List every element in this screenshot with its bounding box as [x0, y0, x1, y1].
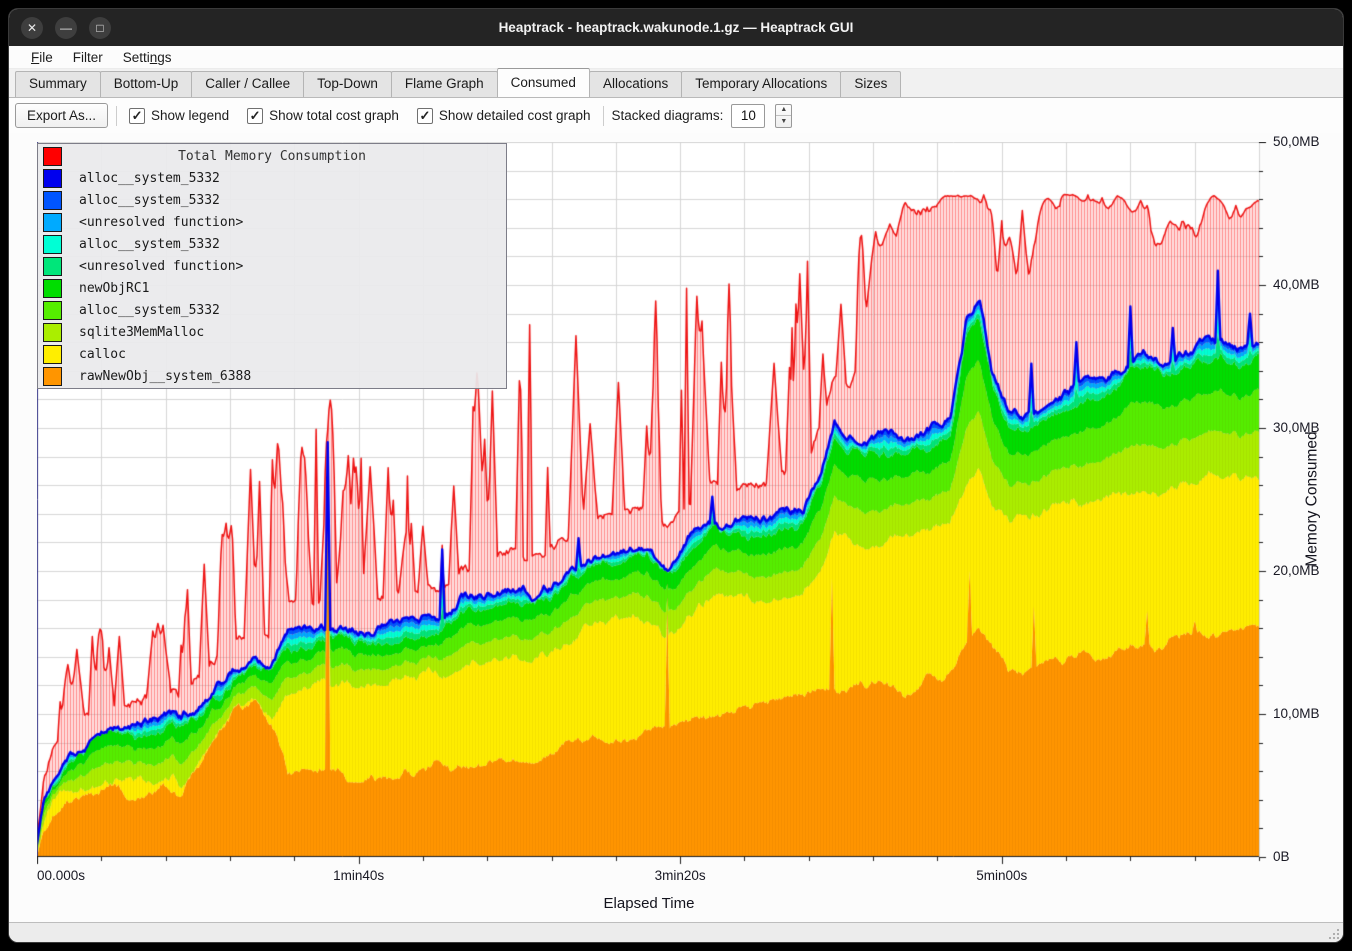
checkmark-icon[interactable]: ✓: [129, 108, 145, 124]
legend-item: <unresolved function>: [38, 211, 506, 233]
checkbox-group: ✓ Show legend ✓ Show total cost graph ✓ Show …: [125, 108, 595, 124]
checkbox-show-legend[interactable]: ✓ Show legend: [125, 108, 233, 124]
chart-area: 0B10,0MB20,0MB30,0MB40,0MB50,0MB 00.000s…: [9, 133, 1343, 922]
legend-label: <unresolved function>: [79, 259, 243, 274]
tab-allocations[interactable]: Allocations: [589, 71, 682, 97]
export-as-button[interactable]: Export As...: [15, 103, 108, 128]
chart-legend: Total Memory Consumption alloc__system_53…: [37, 143, 507, 389]
legend-label: sqlite3MemMalloc: [79, 325, 204, 340]
checkbox-label: Show detailed cost graph: [439, 108, 591, 123]
stepper-up-icon[interactable]: ▲: [776, 105, 791, 117]
window-controls: ✕ — □: [9, 17, 111, 39]
checkbox-label: Show total cost graph: [269, 108, 399, 123]
x-axis-title: Elapsed Time: [539, 895, 759, 912]
checkbox-label: Show legend: [151, 108, 229, 123]
legend-title: Total Memory Consumption: [38, 149, 506, 164]
legend-title-row: Total Memory Consumption: [38, 145, 506, 167]
legend-item: calloc: [38, 343, 506, 365]
tab-flame-graph[interactable]: Flame Graph: [391, 71, 498, 97]
legend-item: alloc__system_5332: [38, 299, 506, 321]
app-window: ✕ — □ Heaptrack - heaptrack.wakunode.1.g…: [8, 8, 1344, 943]
checkbox-show-detailed-cost-graph[interactable]: ✓ Show detailed cost graph: [413, 108, 595, 124]
title-bar[interactable]: ✕ — □ Heaptrack - heaptrack.wakunode.1.g…: [9, 9, 1343, 46]
tab-temporary-allocations[interactable]: Temporary Allocations: [681, 71, 841, 97]
menu-item-filter[interactable]: Filter: [65, 48, 111, 67]
tab-sizes[interactable]: Sizes: [840, 71, 901, 97]
legend-swatch: [43, 257, 62, 276]
y-tick-label: 0B: [1273, 849, 1337, 864]
legend-label: calloc: [79, 347, 126, 362]
legend-swatch: [43, 213, 62, 232]
legend-label: alloc__system_5332: [79, 237, 220, 252]
legend-label: alloc__system_5332: [79, 171, 220, 186]
legend-label: alloc__system_5332: [79, 303, 220, 318]
y-axis-title: Memory Consumed: [1304, 431, 1322, 566]
toolbar-separator: [603, 106, 604, 126]
legend-item: rawNewObj__system_6388: [38, 365, 506, 387]
legend-label: alloc__system_5332: [79, 193, 220, 208]
stacked-diagrams-input[interactable]: 10: [731, 104, 765, 128]
status-bar: [9, 922, 1343, 942]
y-tick-label: 10,0MB: [1273, 706, 1337, 721]
tab-caller-callee[interactable]: Caller / Callee: [191, 71, 304, 97]
checkmark-icon[interactable]: ✓: [247, 108, 263, 124]
legend-label: rawNewObj__system_6388: [79, 369, 251, 384]
maximize-button[interactable]: □: [89, 17, 111, 39]
legend-swatch: [43, 169, 62, 188]
tab-consumed[interactable]: Consumed: [497, 68, 590, 97]
close-button[interactable]: ✕: [21, 17, 43, 39]
legend-item: newObjRC1: [38, 277, 506, 299]
x-tick-label: 1min40s: [333, 868, 384, 883]
legend-swatch: [43, 345, 62, 364]
legend-swatch: [43, 367, 62, 386]
menu-item-file[interactable]: File: [23, 48, 61, 67]
y-tick-label: 40,0MB: [1273, 277, 1337, 292]
y-tick-label: 50,0MB: [1273, 134, 1337, 149]
legend-swatch: [43, 279, 62, 298]
legend-item: sqlite3MemMalloc: [38, 321, 506, 343]
tab-bar: SummaryBottom-UpCaller / CalleeTop-DownF…: [9, 69, 1343, 98]
x-tick-label: 5min00s: [976, 868, 1027, 883]
checkbox-show-total-cost-graph[interactable]: ✓ Show total cost graph: [243, 108, 403, 124]
tab-bottom-up[interactable]: Bottom-Up: [100, 71, 193, 97]
toolbar: Export As... ✓ Show legend ✓ Show total cos…: [9, 98, 1343, 133]
window-title: Heaptrack - heaptrack.wakunode.1.gz — He…: [9, 20, 1343, 35]
resize-grip-icon[interactable]: [1327, 927, 1339, 939]
x-tick-label: 00.000s: [37, 868, 85, 883]
legend-label: <unresolved function>: [79, 215, 243, 230]
stacked-diagrams-label: Stacked diagrams:: [612, 108, 724, 123]
x-tick-label: 3min20s: [655, 868, 706, 883]
legend-item: alloc__system_5332: [38, 167, 506, 189]
menu-item-settings[interactable]: Settings: [115, 48, 180, 67]
menu-bar: FileFilterSettings: [9, 46, 1343, 69]
minimize-button[interactable]: —: [55, 17, 77, 39]
legend-item: alloc__system_5332: [38, 233, 506, 255]
checkmark-icon[interactable]: ✓: [417, 108, 433, 124]
tab-top-down[interactable]: Top-Down: [303, 71, 392, 97]
stepper-down-icon[interactable]: ▼: [776, 116, 791, 127]
legend-swatch: [43, 191, 62, 210]
tab-summary[interactable]: Summary: [15, 71, 101, 97]
legend-item: alloc__system_5332: [38, 189, 506, 211]
legend-label: newObjRC1: [79, 281, 149, 296]
legend-item: <unresolved function>: [38, 255, 506, 277]
legend-swatch: [43, 323, 62, 342]
stacked-diagrams-stepper: ▲▼: [775, 104, 792, 128]
toolbar-separator: [116, 106, 117, 126]
legend-swatch: [43, 301, 62, 320]
legend-swatch: [43, 235, 62, 254]
